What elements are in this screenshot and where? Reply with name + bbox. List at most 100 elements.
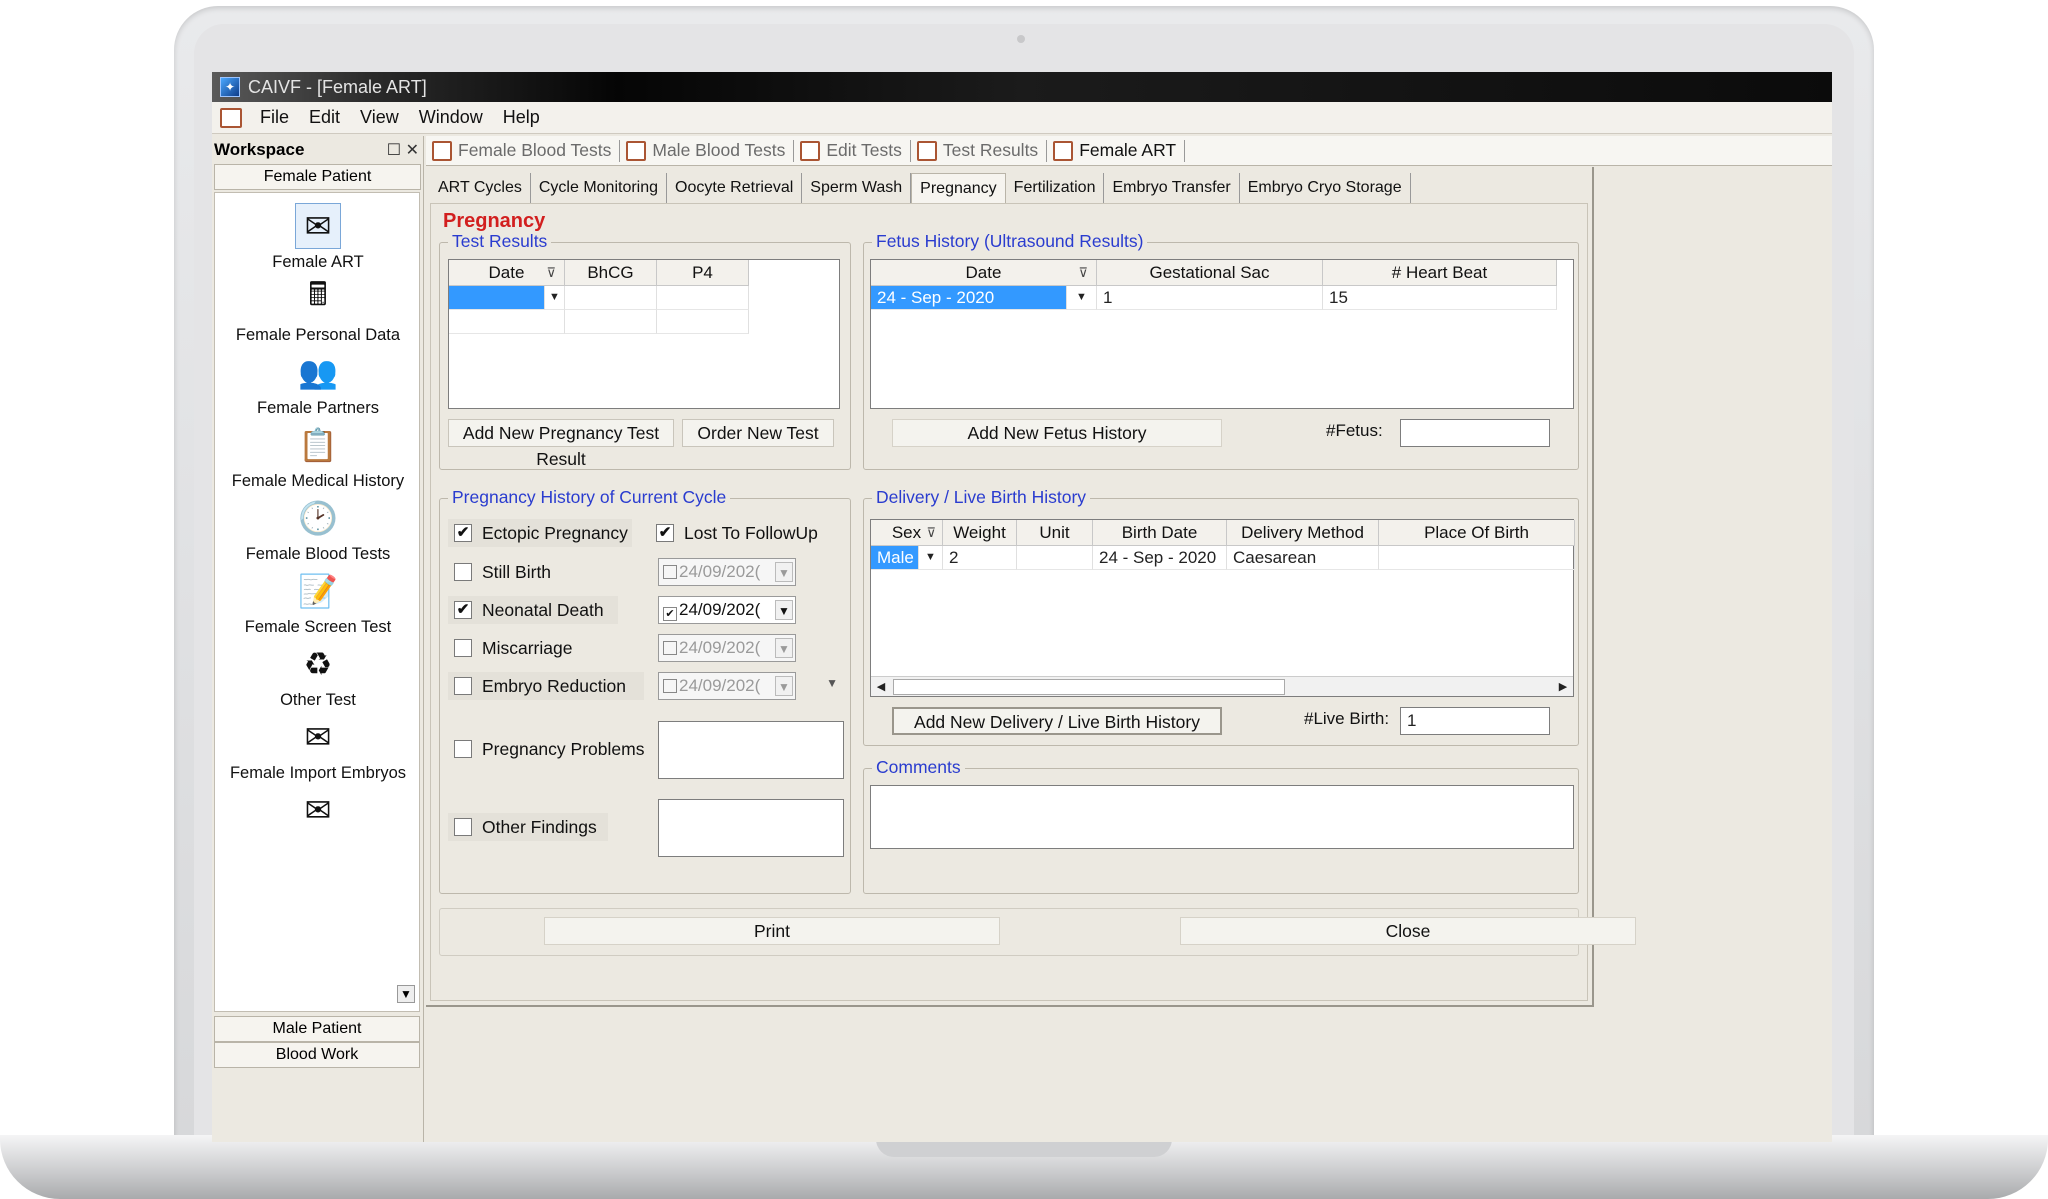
birth-date-cell[interactable]: 24 - Sep - 2020 [1093,546,1227,570]
date-enable-checkbox[interactable]: ✔ [663,607,677,621]
checkbox-box[interactable] [454,740,472,758]
ectopic-pregnancy-checkbox[interactable]: ✔ Ectopic Pregnancy [448,519,632,547]
reduction-combo[interactable]: ▼ [814,672,844,700]
menu-file[interactable]: File [250,107,299,128]
tab-fertilization[interactable]: Fertilization [1006,173,1105,203]
scroll-down-icon[interactable]: ▼ [397,985,415,1003]
chevron-down-icon[interactable]: ▼ [775,676,793,696]
col-header-place-of-birth[interactable]: Place Of Birth [1379,520,1575,546]
filter-icon[interactable]: ⊽ [1078,260,1088,285]
scroll-right-icon[interactable]: ▶ [1553,677,1573,697]
menu-edit[interactable]: Edit [299,107,350,128]
doc-tab-test-results[interactable]: Test Results [911,139,1048,162]
chevron-down-icon[interactable]: ▼ [1067,286,1097,310]
comments-textarea[interactable] [870,785,1574,849]
tab-oocyte-retrieval[interactable]: Oocyte Retrieval [667,173,803,203]
date-enable-checkbox[interactable] [663,641,677,655]
menu-view[interactable]: View [350,107,409,128]
miscarriage-date[interactable]: 24/09/202(▼ [658,634,796,662]
pregnancy-problems-textarea[interactable] [658,721,844,779]
col-header-p4[interactable]: P4 [657,260,749,286]
checkbox-box[interactable] [454,639,472,657]
col-header-delivery-method[interactable]: Delivery Method [1227,520,1379,546]
checkbox-box[interactable] [454,677,472,695]
sex-cell[interactable]: Male [871,546,919,570]
date-enable-checkbox[interactable] [663,565,677,579]
group-blood-work[interactable]: Blood Work [214,1042,420,1068]
fetus-history-grid[interactable]: Date ⊽ Gestational Sac # Heart Beat 24 - … [870,259,1574,409]
horizontal-scrollbar[interactable]: ◀ ▶ [871,676,1573,696]
col-header-weight[interactable]: Weight [943,520,1017,546]
tab-art-cycles[interactable]: ART Cycles [430,173,531,203]
neonatal-death-date[interactable]: ✔ 24/09/202(▼ [658,596,796,624]
workspace-controls[interactable]: ☐ ✕ [387,140,419,160]
lost-to-followup-checkbox[interactable]: ✔ Lost To FollowUp [650,519,840,547]
order-new-test-button[interactable]: Order New Test [682,419,834,447]
embryo-reduction-date[interactable]: 24/09/202(▼ [658,672,796,700]
col-header-sex[interactable]: Sex ⊽ [871,520,943,546]
checkbox-box[interactable] [454,563,472,581]
col-header-birth-date[interactable]: Birth Date [1093,520,1227,546]
add-delivery-history-button[interactable]: Add New Delivery / Live Birth History [892,707,1222,735]
ws-item-partial[interactable]: ✉ [215,781,421,871]
fetus-count-input[interactable] [1400,419,1550,447]
chevron-down-icon[interactable]: ▼ [545,286,565,310]
print-button[interactable]: Print [544,917,1000,945]
group-male-patient[interactable]: Male Patient [214,1016,420,1042]
filter-icon[interactable]: ⊽ [926,520,936,545]
heart-beat-cell[interactable]: 15 [1323,286,1557,310]
col-header-gestational-sac[interactable]: Gestational Sac [1097,260,1323,286]
embryo-reduction-checkbox[interactable]: Embryo Reduction [448,672,644,700]
chevron-down-icon[interactable]: ▼ [775,638,793,658]
unit-cell[interactable] [1017,546,1093,570]
doc-tab-male-blood-tests[interactable]: Male Blood Tests [620,139,795,162]
chevron-down-icon[interactable]: ▼ [775,562,793,582]
fetus-date-cell[interactable]: 24 - Sep - 2020 [871,286,1067,310]
gestational-sac-cell[interactable]: 1 [1097,286,1323,310]
doc-tab-edit-tests[interactable]: Edit Tests [794,139,911,162]
miscarriage-checkbox[interactable]: Miscarriage [448,634,588,662]
still-birth-checkbox[interactable]: Still Birth [448,558,572,586]
tab-embryo-cryo-storage[interactable]: Embryo Cryo Storage [1240,173,1411,203]
delivery-history-grid[interactable]: Sex ⊽ Weight Unit Birth Date Delivery Met… [870,519,1575,697]
tab-sperm-wash[interactable]: Sperm Wash [802,173,912,203]
bhcg-cell[interactable] [565,286,657,310]
still-birth-date[interactable]: 24/09/202(▼ [658,558,796,586]
doc-tab-female-blood-tests[interactable]: Female Blood Tests [426,139,621,162]
menu-window[interactable]: Window [409,107,493,128]
checkbox-box[interactable]: ✔ [656,524,674,542]
document-icon[interactable] [220,107,242,128]
test-results-grid[interactable]: Date ⊽ BhCG P4 ▼ [448,259,840,409]
place-of-birth-cell[interactable] [1379,546,1575,570]
add-pregnancy-test-button[interactable]: Add New Pregnancy Test Result [448,419,674,469]
delivery-method-cell[interactable]: Caesarean [1227,546,1379,570]
date-enable-checkbox[interactable] [663,679,677,693]
tab-cycle-monitoring[interactable]: Cycle Monitoring [531,173,668,203]
scroll-thumb[interactable] [893,679,1285,695]
neonatal-death-checkbox[interactable]: ✔ Neonatal Death [448,596,618,624]
checkbox-box[interactable] [454,818,472,836]
col-header-unit[interactable]: Unit [1017,520,1093,546]
group-female-patient[interactable]: Female Patient [214,164,421,190]
doc-tab-female-art[interactable]: Female ART [1047,139,1186,162]
col-header-heart-beat[interactable]: # Heart Beat [1323,260,1557,286]
col-header-date[interactable]: Date ⊽ [871,260,1097,286]
col-header-date[interactable]: Date ⊽ [449,260,565,286]
other-findings-textarea[interactable] [658,799,844,857]
add-fetus-history-button[interactable]: Add New Fetus History [892,419,1222,447]
pregnancy-problems-checkbox[interactable]: Pregnancy Problems [448,735,648,763]
p4-cell[interactable] [657,286,749,310]
chevron-down-icon[interactable]: ▼ [919,546,943,570]
col-header-bhcg[interactable]: BhCG [565,260,657,286]
scroll-left-icon[interactable]: ◀ [871,677,891,697]
tab-embryo-transfer[interactable]: Embryo Transfer [1104,173,1240,203]
checkbox-box[interactable]: ✔ [454,524,472,542]
checkbox-box[interactable]: ✔ [454,601,472,619]
close-button[interactable]: Close [1180,917,1636,945]
chevron-down-icon[interactable]: ▼ [775,600,793,620]
chevron-down-icon[interactable]: ▼ [826,676,838,690]
live-birth-count-input[interactable]: 1 [1400,707,1550,735]
weight-cell[interactable]: 2 [943,546,1017,570]
tab-pregnancy[interactable]: Pregnancy [911,173,1006,203]
other-findings-checkbox[interactable]: Other Findings [448,813,608,841]
